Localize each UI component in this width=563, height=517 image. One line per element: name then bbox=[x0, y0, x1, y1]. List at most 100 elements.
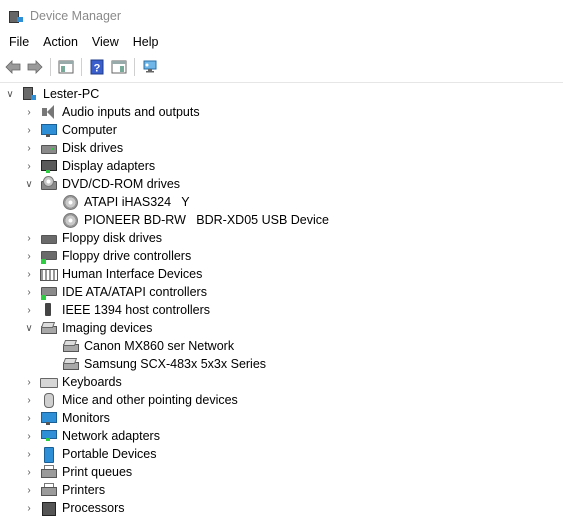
scanner-icon bbox=[62, 356, 79, 372]
scan-hardware-changes-icon bbox=[143, 60, 157, 73]
disk-drive-icon bbox=[40, 140, 57, 156]
tree-item-label: Monitors bbox=[62, 411, 110, 425]
tree-item-label: IEEE 1394 host controllers bbox=[62, 303, 210, 317]
chevron-down-icon[interactable]: ∨ bbox=[23, 175, 35, 193]
tree-item-disk-drives[interactable]: › Disk drives bbox=[23, 139, 123, 157]
tree-item-portable[interactable]: › Portable Devices bbox=[23, 445, 157, 463]
device-manager-icon bbox=[8, 8, 24, 24]
chevron-right-icon[interactable]: › bbox=[23, 499, 35, 517]
tree-root-label: Lester-PC bbox=[43, 87, 100, 101]
tree-item-hid[interactable]: › Human Interface Devices bbox=[23, 265, 202, 283]
menu-file[interactable]: File bbox=[2, 35, 36, 49]
toolbar-separator bbox=[50, 58, 51, 76]
tree-item-computer[interactable]: › Computer bbox=[23, 121, 117, 139]
chevron-right-icon[interactable]: › bbox=[23, 139, 35, 157]
chevron-right-icon[interactable]: › bbox=[23, 121, 35, 139]
tree-item-display-adapters[interactable]: › Display adapters bbox=[23, 157, 155, 175]
toolbar-separator bbox=[134, 58, 135, 76]
help-button[interactable]: ? bbox=[86, 56, 108, 78]
tree-child-samsung[interactable]: Samsung SCX-483x 5x3x Series bbox=[62, 355, 266, 373]
chevron-down-icon[interactable]: ∨ bbox=[4, 85, 16, 103]
cd-disc-icon bbox=[62, 212, 78, 228]
toolbar: ? bbox=[0, 52, 563, 83]
tree-item-imaging[interactable]: ∨ Imaging devices bbox=[23, 319, 152, 337]
tree-child-canon[interactable]: Canon MX860 ser Network bbox=[62, 337, 234, 355]
speaker-icon bbox=[40, 104, 56, 120]
tree-item-label: DVD/CD-ROM drives bbox=[62, 177, 181, 191]
chevron-right-icon[interactable]: › bbox=[23, 301, 35, 319]
show-hide-console-tree-icon bbox=[58, 60, 74, 74]
chevron-right-icon[interactable]: › bbox=[23, 427, 35, 445]
scanner-icon bbox=[40, 320, 57, 336]
tree-item-label: Network adapters bbox=[62, 429, 160, 443]
scanner-icon bbox=[62, 338, 79, 354]
monitor-icon bbox=[40, 410, 57, 426]
tree-item-label: Printers bbox=[62, 483, 106, 497]
tree-item-printers[interactable]: › Printers bbox=[23, 481, 105, 499]
tree-item-label: Display adapters bbox=[62, 159, 156, 173]
chevron-right-icon[interactable]: › bbox=[23, 445, 35, 463]
floppy-drive-icon bbox=[40, 230, 57, 246]
tree-item-network-adapters[interactable]: › Network adapters bbox=[23, 427, 160, 445]
tree-item-floppy-controllers[interactable]: › Floppy drive controllers bbox=[23, 247, 191, 265]
chevron-right-icon[interactable]: › bbox=[23, 229, 35, 247]
tree-item-mice[interactable]: › Mice and other pointing devices bbox=[23, 391, 238, 409]
chevron-right-icon[interactable]: › bbox=[23, 463, 35, 481]
processor-icon bbox=[40, 500, 56, 516]
scan-hardware-changes-button[interactable] bbox=[139, 56, 161, 78]
properties-button[interactable] bbox=[108, 56, 130, 78]
tree-item-label: Portable Devices bbox=[62, 447, 157, 461]
back-button[interactable] bbox=[2, 56, 24, 78]
optical-drive-icon bbox=[40, 176, 57, 192]
tree-child-atapi[interactable]: ATAPI iHAS324 Y bbox=[62, 193, 190, 211]
tree-item-ide[interactable]: › IDE ATA/ATAPI controllers bbox=[23, 283, 207, 301]
tree-item-label: IDE ATA/ATAPI controllers bbox=[62, 285, 207, 299]
chevron-right-icon[interactable]: › bbox=[23, 103, 35, 121]
tree-item-processors[interactable]: › Processors bbox=[23, 499, 125, 517]
chevron-right-icon[interactable]: › bbox=[23, 265, 35, 283]
menu-bar: File Action View Help bbox=[0, 32, 563, 52]
chevron-right-icon[interactable]: › bbox=[23, 373, 35, 391]
tree-item-label: Mice and other pointing devices bbox=[62, 393, 238, 407]
printer-icon bbox=[40, 464, 57, 480]
chevron-right-icon[interactable]: › bbox=[23, 247, 35, 265]
tree-item-label: Human Interface Devices bbox=[62, 267, 203, 281]
chevron-right-icon[interactable]: › bbox=[23, 481, 35, 499]
forward-button[interactable] bbox=[24, 56, 46, 78]
tree-item-label: Floppy disk drives bbox=[62, 231, 163, 245]
tree-item-ieee1394[interactable]: › IEEE 1394 host controllers bbox=[23, 301, 210, 319]
portable-device-icon bbox=[40, 446, 56, 463]
hid-icon bbox=[40, 266, 58, 282]
tree-item-label: Keyboards bbox=[62, 375, 122, 389]
tree-item-print-queues[interactable]: › Print queues bbox=[23, 463, 132, 481]
chevron-right-icon[interactable]: › bbox=[23, 283, 35, 301]
chevron-right-icon[interactable]: › bbox=[23, 157, 35, 175]
tree-item-label: Processors bbox=[62, 501, 125, 515]
chevron-down-icon[interactable]: ∨ bbox=[23, 319, 35, 337]
ide-controller-icon bbox=[40, 284, 57, 300]
network-adapter-icon bbox=[40, 428, 57, 444]
tree-item-label: Computer bbox=[62, 123, 117, 137]
tree-item-keyboards[interactable]: › Keyboards bbox=[23, 373, 122, 391]
svg-text:?: ? bbox=[94, 63, 101, 75]
menu-action[interactable]: Action bbox=[36, 35, 85, 49]
help-icon: ? bbox=[90, 59, 104, 75]
menu-help[interactable]: Help bbox=[126, 35, 166, 49]
tree-child-pioneer[interactable]: PIONEER BD-RW BDR-XD05 USB Device bbox=[62, 211, 329, 229]
tree-item-label: Floppy drive controllers bbox=[62, 249, 192, 263]
tree-item-label: Disk drives bbox=[62, 141, 124, 155]
menu-view[interactable]: View bbox=[85, 35, 126, 49]
mouse-icon bbox=[40, 392, 56, 408]
tree-item-monitors[interactable]: › Monitors bbox=[23, 409, 110, 427]
tree-item-floppy-disk[interactable]: › Floppy disk drives bbox=[23, 229, 162, 247]
monitor-icon bbox=[40, 122, 57, 138]
tree-item-dvd-cdrom[interactable]: ∨ DVD/CD-ROM drives bbox=[23, 175, 180, 193]
tree-item-audio[interactable]: › Audio inputs and outputs bbox=[23, 103, 200, 121]
show-hide-console-tree-button[interactable] bbox=[55, 56, 77, 78]
forward-arrow-icon bbox=[27, 60, 43, 74]
tree-item-label: Audio inputs and outputs bbox=[62, 105, 200, 119]
chevron-right-icon[interactable]: › bbox=[23, 409, 35, 427]
tree-item-label: Canon MX860 ser Network bbox=[84, 339, 235, 353]
tree-root[interactable]: ∨ Lester-PC bbox=[4, 85, 99, 103]
chevron-right-icon[interactable]: › bbox=[23, 391, 35, 409]
